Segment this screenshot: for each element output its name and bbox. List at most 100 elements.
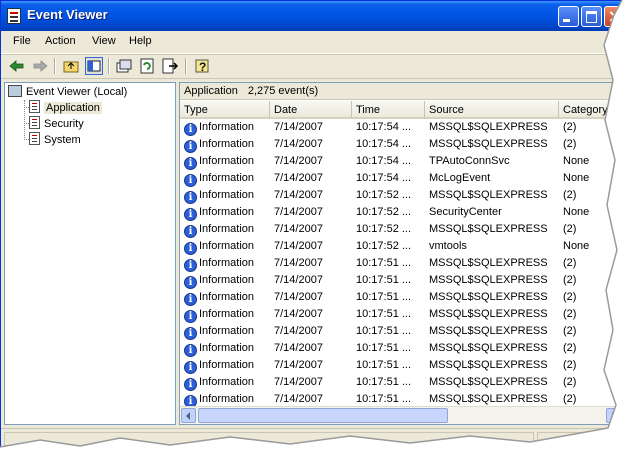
information-icon: i bbox=[184, 140, 197, 153]
cell-source: TPAutoConnSvc bbox=[425, 153, 563, 170]
cell-time: 10:17:52 ... bbox=[352, 238, 429, 255]
cell-source-text: TPAutoConnSvc bbox=[429, 155, 510, 167]
cell-category-text: (2) bbox=[563, 376, 577, 388]
scrollbar-thumb[interactable] bbox=[198, 408, 448, 423]
cell-type-text: Information bbox=[199, 342, 255, 354]
cell-source: vmtools bbox=[425, 238, 563, 255]
event-viewer-app-icon[interactable] bbox=[7, 8, 21, 24]
scroll-left-button[interactable] bbox=[181, 408, 196, 423]
cell-category: (2) bbox=[559, 255, 621, 272]
event-row[interactable]: i Information 7/14/2007 10:17:54 ... MSSQL$S… bbox=[180, 136, 621, 153]
column-header-date[interactable]: Date bbox=[270, 101, 352, 119]
menu-view[interactable]: View bbox=[92, 35, 116, 47]
cell-date: 7/14/2007 bbox=[270, 204, 356, 221]
cell-date: 7/14/2007 bbox=[270, 272, 356, 289]
menu-file[interactable]: File bbox=[13, 35, 31, 47]
cell-type: i Information bbox=[180, 323, 274, 340]
event-row[interactable]: i Information 7/14/2007 10:17:51 ... MSSQL$S… bbox=[180, 323, 621, 340]
cell-source-text: MSSQL$SQLEXPRESS bbox=[429, 274, 548, 286]
cell-source: MSSQL$SQLEXPRESS bbox=[425, 306, 563, 323]
cell-category: (2) bbox=[559, 187, 621, 204]
cell-source: MSSQL$SQLEXPRESS bbox=[425, 187, 563, 204]
event-row[interactable]: i Information 7/14/2007 10:17:51 ... MSSQL$S… bbox=[180, 306, 621, 323]
cell-type-text: Information bbox=[199, 257, 255, 269]
event-row[interactable]: i Information 7/14/2007 10:17:54 ... TPAutoC… bbox=[180, 153, 621, 170]
export-list-icon[interactable] bbox=[161, 57, 179, 75]
cell-category: None bbox=[559, 153, 621, 170]
menu-help[interactable]: Help bbox=[129, 35, 152, 47]
help-icon[interactable]: ? bbox=[193, 57, 211, 75]
window-title: Event Viewer bbox=[27, 7, 108, 22]
cell-date-text: 7/14/2007 bbox=[274, 342, 323, 354]
back-arrow-icon[interactable] bbox=[8, 57, 26, 75]
forward-arrow-icon[interactable] bbox=[31, 57, 49, 75]
minimize-button[interactable] bbox=[558, 6, 579, 27]
menu-action[interactable]: Action bbox=[45, 35, 76, 47]
event-log-icon bbox=[29, 132, 40, 145]
cell-source: MSSQL$SQLEXPRESS bbox=[425, 289, 563, 306]
event-row[interactable]: i Information 7/14/2007 10:17:51 ... MSSQL$S… bbox=[180, 340, 621, 357]
close-button[interactable] bbox=[604, 6, 621, 27]
cell-date-text: 7/14/2007 bbox=[274, 274, 323, 286]
cell-type-text: Information bbox=[199, 172, 255, 184]
horizontal-scrollbar[interactable] bbox=[180, 406, 621, 424]
event-log-icon bbox=[29, 100, 40, 113]
cell-type-text: Information bbox=[199, 155, 255, 167]
cell-category: None bbox=[559, 238, 621, 255]
tree-item-security[interactable]: Security bbox=[29, 116, 84, 132]
cell-date: 7/14/2007 bbox=[270, 357, 356, 374]
maximize-button[interactable] bbox=[581, 6, 602, 27]
event-row[interactable]: i Information 7/14/2007 10:17:51 ... MSSQL$S… bbox=[180, 272, 621, 289]
tree-item-application[interactable]: Application bbox=[29, 100, 102, 116]
show-hide-tree-icon[interactable] bbox=[85, 57, 103, 75]
cell-time-text: 10:17:51 ... bbox=[356, 257, 412, 269]
cell-category-text: (2) bbox=[563, 359, 577, 371]
cell-type-text: Information bbox=[199, 274, 255, 286]
event-row[interactable]: i Information 7/14/2007 10:17:54 ... MSSQL$S… bbox=[180, 119, 621, 136]
column-header-time[interactable]: Time bbox=[352, 101, 425, 119]
cell-source: MSSQL$SQLEXPRESS bbox=[425, 374, 563, 391]
information-icon: i bbox=[184, 276, 197, 289]
column-header-type[interactable]: Type bbox=[180, 101, 270, 119]
event-row[interactable]: i Information 7/14/2007 10:17:54 ... McLogEv… bbox=[180, 170, 621, 187]
information-icon: i bbox=[184, 344, 197, 357]
cell-date-text: 7/14/2007 bbox=[274, 206, 323, 218]
event-list: i Information 7/14/2007 10:17:54 ... MSSQL$S… bbox=[180, 119, 621, 408]
title-bar[interactable]: Event Viewer bbox=[1, 1, 621, 31]
event-row[interactable]: i Information 7/14/2007 10:17:52 ... MSSQL$S… bbox=[180, 187, 621, 204]
cell-time-text: 10:17:51 ... bbox=[356, 376, 412, 388]
cell-category-text: (2) bbox=[563, 121, 577, 133]
event-row[interactable]: i Information 7/14/2007 10:17:52 ... MSSQL$S… bbox=[180, 221, 621, 238]
cell-category-text: (2) bbox=[563, 257, 577, 269]
cell-source-text: MSSQL$SQLEXPRESS bbox=[429, 189, 548, 201]
information-icon: i bbox=[184, 242, 197, 255]
cell-date-text: 7/14/2007 bbox=[274, 189, 323, 201]
tree-item-system[interactable]: System bbox=[29, 132, 81, 148]
cell-date: 7/14/2007 bbox=[270, 289, 356, 306]
cell-date: 7/14/2007 bbox=[270, 238, 356, 255]
svg-text:?: ? bbox=[199, 60, 206, 74]
event-row[interactable]: i Information 7/14/2007 10:17:51 ... MSSQL$S… bbox=[180, 289, 621, 306]
cell-source-text: MSSQL$SQLEXPRESS bbox=[429, 291, 548, 303]
event-row[interactable]: i Information 7/14/2007 10:17:52 ... Securit… bbox=[180, 204, 621, 221]
up-folder-icon[interactable] bbox=[62, 57, 80, 75]
scroll-right-button[interactable] bbox=[606, 408, 621, 423]
properties-icon[interactable] bbox=[115, 57, 133, 75]
cell-type-text: Information bbox=[199, 121, 255, 133]
event-row[interactable]: i Information 7/14/2007 10:17:51 ... MSSQL$S… bbox=[180, 374, 621, 391]
cell-date: 7/14/2007 bbox=[270, 187, 356, 204]
cell-type: i Information bbox=[180, 136, 274, 153]
event-row[interactable]: i Information 7/14/2007 10:17:52 ... vmtools… bbox=[180, 238, 621, 255]
cell-type-text: Information bbox=[199, 393, 255, 405]
event-row[interactable]: i Information 7/14/2007 10:17:51 ... MSSQL$S… bbox=[180, 357, 621, 374]
tree-root[interactable]: Event Viewer (Local) bbox=[8, 84, 127, 100]
column-header-source[interactable]: Source bbox=[425, 101, 559, 119]
information-icon: i bbox=[184, 378, 197, 391]
cell-type-text: Information bbox=[199, 240, 255, 252]
event-row[interactable]: i Information 7/14/2007 10:17:51 ... MSSQL$S… bbox=[180, 255, 621, 272]
information-icon: i bbox=[184, 174, 197, 187]
refresh-icon[interactable] bbox=[138, 57, 156, 75]
cell-source-text: MSSQL$SQLEXPRESS bbox=[429, 138, 548, 150]
cell-type: i Information bbox=[180, 374, 274, 391]
column-header-category[interactable]: Category bbox=[559, 101, 621, 119]
